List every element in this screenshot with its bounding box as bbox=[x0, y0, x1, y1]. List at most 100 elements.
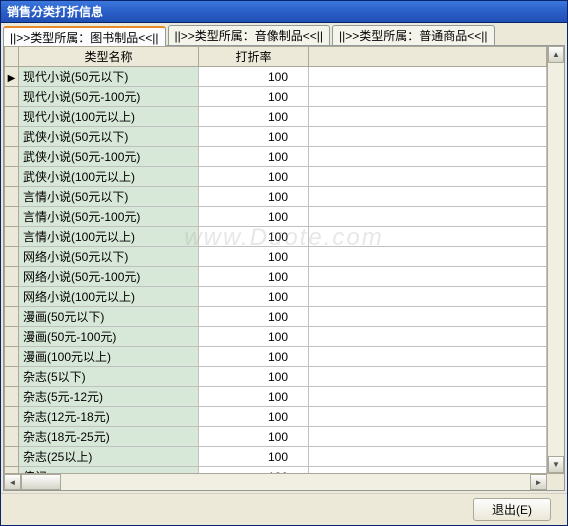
cell-discount-rate[interactable]: 100 bbox=[199, 67, 309, 87]
scroll-track[interactable] bbox=[548, 63, 564, 456]
cell-discount-rate[interactable]: 100 bbox=[199, 347, 309, 367]
titlebar[interactable]: 销售分类打折信息 bbox=[1, 1, 567, 23]
tab-strip: ||>>类型所属：图书制品<<|| ||>>类型所属：音像制品<<|| ||>>… bbox=[1, 23, 567, 45]
cell-category-name[interactable]: 网络小说(50元-100元) bbox=[19, 267, 199, 287]
cell-category-name[interactable]: 杂志(5元-12元) bbox=[19, 387, 199, 407]
row-indicator bbox=[5, 167, 19, 187]
cell-discount-rate[interactable]: 100 bbox=[199, 207, 309, 227]
cell-filler bbox=[309, 167, 547, 187]
table-row[interactable]: 现代小说(100元以上)100 bbox=[5, 107, 547, 127]
table-row[interactable]: 武侠小说(100元以上)100 bbox=[5, 167, 547, 187]
table-row[interactable]: 网络小说(100元以上)100 bbox=[5, 287, 547, 307]
table-row[interactable]: 武侠小说(50元以下)100 bbox=[5, 127, 547, 147]
cell-category-name[interactable]: 漫画(100元以上) bbox=[19, 347, 199, 367]
cell-category-name[interactable]: 言情小说(100元以上) bbox=[19, 227, 199, 247]
cell-discount-rate[interactable]: 100 bbox=[199, 447, 309, 467]
table-row[interactable]: 言情小说(50元-100元)100 bbox=[5, 207, 547, 227]
scroll-left-button[interactable]: ◄ bbox=[4, 474, 21, 490]
cell-filler bbox=[309, 67, 547, 87]
table-row[interactable]: 杂志(18元-25元)100 bbox=[5, 427, 547, 447]
table-row[interactable]: 言情小说(50元以下)100 bbox=[5, 187, 547, 207]
cell-discount-rate[interactable]: 100 bbox=[199, 267, 309, 287]
cell-discount-rate[interactable]: 100 bbox=[199, 227, 309, 247]
scroll-down-button[interactable]: ▼ bbox=[548, 456, 564, 473]
table-row[interactable]: 杂志(12元-18元)100 bbox=[5, 407, 547, 427]
cell-discount-rate[interactable]: 100 bbox=[199, 467, 309, 474]
cell-discount-rate[interactable]: 100 bbox=[199, 87, 309, 107]
cell-category-name[interactable]: 现代小说(50元-100元) bbox=[19, 87, 199, 107]
cell-filler bbox=[309, 127, 547, 147]
cell-filler bbox=[309, 467, 547, 474]
cell-discount-rate[interactable]: 100 bbox=[199, 147, 309, 167]
cell-filler bbox=[309, 107, 547, 127]
cell-filler bbox=[309, 147, 547, 167]
tab-books[interactable]: ||>>类型所属：图书制品<<|| bbox=[3, 26, 166, 46]
table-row[interactable]: 漫画(100元以上)100 bbox=[5, 347, 547, 367]
table-row[interactable]: 杂志(5元-12元)100 bbox=[5, 387, 547, 407]
table-row[interactable]: ▶现代小说(50元以下)100 bbox=[5, 67, 547, 87]
cell-category-name[interactable]: 武侠小说(50元以下) bbox=[19, 127, 199, 147]
data-grid[interactable]: www.Duote.com 类型名称 打折率 ▶现代小说(50元以下)100现代… bbox=[4, 46, 547, 473]
row-indicator bbox=[5, 227, 19, 247]
scroll-track[interactable] bbox=[21, 474, 530, 490]
cell-category-name[interactable]: 言情小说(50元-100元) bbox=[19, 207, 199, 227]
scroll-up-button[interactable]: ▲ bbox=[548, 46, 564, 63]
cell-category-name[interactable]: 言情小说(50元以下) bbox=[19, 187, 199, 207]
row-indicator bbox=[5, 387, 19, 407]
cell-discount-rate[interactable]: 100 bbox=[199, 407, 309, 427]
row-indicator bbox=[5, 127, 19, 147]
cell-filler bbox=[309, 207, 547, 227]
table-row[interactable]: 武侠小说(50元-100元)100 bbox=[5, 147, 547, 167]
tab-audio-video[interactable]: ||>>类型所属：音像制品<<|| bbox=[168, 25, 331, 45]
tab-panel: www.Duote.com 类型名称 打折率 ▶现代小说(50元以下)100现代… bbox=[3, 45, 565, 491]
table-row[interactable]: 杂志(25以上)100 bbox=[5, 447, 547, 467]
cell-category-name[interactable]: 杂志(18元-25元) bbox=[19, 427, 199, 447]
col-discount-rate[interactable]: 打折率 bbox=[199, 47, 309, 67]
cell-discount-rate[interactable]: 100 bbox=[199, 387, 309, 407]
cell-category-name[interactable]: 杂志(25以上) bbox=[19, 447, 199, 467]
cell-category-name[interactable]: 网络小说(50元以下) bbox=[19, 247, 199, 267]
table-row[interactable]: 网络小说(50元以下)100 bbox=[5, 247, 547, 267]
cell-category-name[interactable]: 杂志(12元-18元) bbox=[19, 407, 199, 427]
table-row[interactable]: 网络小说(50元-100元)100 bbox=[5, 267, 547, 287]
cell-discount-rate[interactable]: 100 bbox=[199, 327, 309, 347]
tab-label: ||>>类型所属：音像制品<<|| bbox=[175, 27, 324, 44]
scroll-thumb[interactable] bbox=[21, 474, 61, 490]
vertical-scrollbar[interactable]: ▲ ▼ bbox=[547, 46, 564, 473]
row-indicator bbox=[5, 367, 19, 387]
cell-discount-rate[interactable]: 100 bbox=[199, 367, 309, 387]
table-row[interactable]: 漫画(50元-100元)100 bbox=[5, 327, 547, 347]
col-indicator[interactable] bbox=[5, 47, 19, 67]
discount-table: 类型名称 打折率 ▶现代小说(50元以下)100现代小说(50元-100元)10… bbox=[4, 46, 547, 473]
cell-category-name[interactable]: 漫画(50元-100元) bbox=[19, 327, 199, 347]
cell-category-name[interactable]: 武侠小说(100元以上) bbox=[19, 167, 199, 187]
cell-category-name[interactable]: 武侠小说(50元-100元) bbox=[19, 147, 199, 167]
table-row[interactable]: 杂志(5以下)100 bbox=[5, 367, 547, 387]
cell-discount-rate[interactable]: 100 bbox=[199, 127, 309, 147]
table-row[interactable]: 言情小说(100元以上)100 bbox=[5, 227, 547, 247]
table-row[interactable]: 现代小说(50元-100元)100 bbox=[5, 87, 547, 107]
cell-category-name[interactable]: 漫画(50元以下) bbox=[19, 307, 199, 327]
scroll-right-button[interactable]: ► bbox=[530, 474, 547, 490]
cell-discount-rate[interactable]: 100 bbox=[199, 247, 309, 267]
table-row[interactable]: 传记100 bbox=[5, 467, 547, 474]
cell-category-name[interactable]: 网络小说(100元以上) bbox=[19, 287, 199, 307]
cell-discount-rate[interactable]: 100 bbox=[199, 307, 309, 327]
cell-category-name[interactable]: 现代小说(50元以下) bbox=[19, 67, 199, 87]
cell-category-name[interactable]: 杂志(5以下) bbox=[19, 367, 199, 387]
cell-discount-rate[interactable]: 100 bbox=[199, 287, 309, 307]
cell-discount-rate[interactable]: 100 bbox=[199, 427, 309, 447]
horizontal-scrollbar[interactable]: ◄ ► bbox=[4, 473, 564, 490]
exit-button[interactable]: 退出(E) bbox=[473, 498, 551, 521]
table-row[interactable]: 漫画(50元以下)100 bbox=[5, 307, 547, 327]
cell-filler bbox=[309, 307, 547, 327]
row-marker-icon: ▶ bbox=[8, 73, 16, 84]
cell-discount-rate[interactable]: 100 bbox=[199, 187, 309, 207]
tab-general-goods[interactable]: ||>>类型所属：普通商品<<|| bbox=[332, 25, 495, 45]
row-indicator bbox=[5, 327, 19, 347]
cell-discount-rate[interactable]: 100 bbox=[199, 107, 309, 127]
cell-category-name[interactable]: 现代小说(100元以上) bbox=[19, 107, 199, 127]
col-category-name[interactable]: 类型名称 bbox=[19, 47, 199, 67]
cell-discount-rate[interactable]: 100 bbox=[199, 167, 309, 187]
cell-category-name[interactable]: 传记 bbox=[19, 467, 199, 474]
